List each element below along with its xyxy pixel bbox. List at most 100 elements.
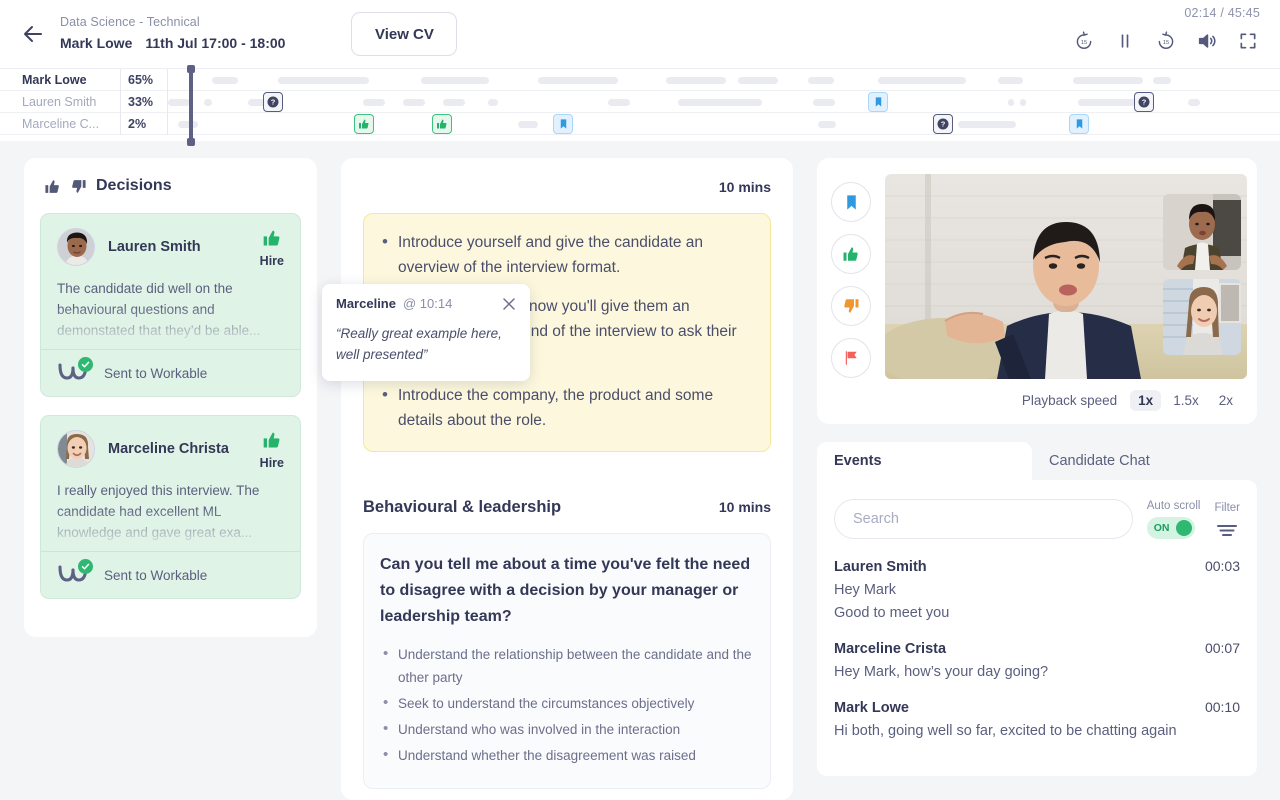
- playback-speed-options: 1x 1.5x 2x: [1130, 390, 1241, 411]
- thumbs-up-button[interactable]: [831, 234, 871, 274]
- speech-segment: [538, 76, 618, 84]
- playback-speed-option[interactable]: 2x: [1211, 390, 1241, 411]
- timeline-track[interactable]: [168, 69, 1280, 91]
- participant-pip-1[interactable]: [1163, 194, 1241, 270]
- thumbs-down-button[interactable]: [831, 286, 871, 326]
- question-mark-icon: ?: [267, 96, 279, 107]
- decision-verdict-label: Hire: [259, 456, 284, 470]
- decision-card[interactable]: Lauren Smith Hire The candidate did well…: [40, 213, 301, 397]
- forward-15-button[interactable]: 15: [1154, 29, 1178, 53]
- speaker-timeline[interactable]: Mark Lowe 65% Lauren Smith 33%?? Marceline C…: [0, 65, 1280, 146]
- guide-bullet: Introduce yourself and give the candidat…: [378, 229, 752, 280]
- timeline-thumbsup-marker[interactable]: [354, 113, 374, 134]
- speech-segment: [488, 98, 498, 106]
- speech-segment: [608, 98, 630, 106]
- timeline-question-marker[interactable]: ?: [933, 113, 953, 134]
- timeline-bookmark-marker[interactable]: [868, 91, 888, 112]
- question-mark-icon: ?: [937, 118, 949, 129]
- timeline-question-marker[interactable]: ?: [1134, 91, 1154, 112]
- playback-speed-option[interactable]: 1.5x: [1165, 390, 1207, 411]
- speech-segment: [678, 98, 762, 106]
- bookmark-icon: [875, 96, 881, 107]
- bookmark-button[interactable]: [831, 182, 871, 222]
- timeline-thumbsup-marker[interactable]: [432, 113, 452, 134]
- comment-popup-header: Marceline @ 10:14: [336, 296, 516, 311]
- view-cv-button[interactable]: View CV: [351, 12, 458, 56]
- decision-verdict: Hire: [260, 228, 284, 268]
- behavioural-section-title: Behavioural & leadership: [363, 498, 562, 516]
- auto-scroll-toggle[interactable]: ON: [1146, 516, 1195, 539]
- timeline-bookmark-marker[interactable]: [1069, 113, 1089, 134]
- event-speaker: Marceline Crista: [834, 641, 947, 657]
- thumbs-down-icon: [72, 179, 86, 193]
- flag-button[interactable]: [831, 338, 871, 378]
- participant-pip-2[interactable]: [1163, 279, 1241, 355]
- timeline-bookmark-marker[interactable]: [553, 113, 573, 134]
- speech-segment: [958, 120, 1016, 128]
- transport-controls: 15 15: [1072, 29, 1260, 53]
- speech-segment: [403, 98, 425, 106]
- video-card: Playback speed 1x 1.5x 2x: [817, 158, 1257, 424]
- tab-candidate-chat[interactable]: Candidate Chat: [1032, 442, 1247, 480]
- close-icon: [503, 297, 515, 310]
- decisions-title: Decisions: [96, 177, 172, 194]
- close-button[interactable]: [502, 297, 516, 311]
- speech-segment: [1073, 76, 1143, 84]
- event-item[interactable]: Lauren Smith 00:03 Hey Mark Good to meet …: [834, 558, 1240, 621]
- toggle-knob: [1175, 519, 1192, 536]
- decision-card[interactable]: Marceline Christa Hire I really enjoyed …: [40, 415, 301, 599]
- decision-status-label: Sent to Workable: [104, 567, 208, 583]
- back-button[interactable]: [12, 13, 54, 55]
- fullscreen-button[interactable]: [1236, 29, 1260, 53]
- decisions-column: Decisions Lauren Smith Hire The candidat…: [24, 158, 317, 637]
- event-message: Hi both, going well so far, excited to b…: [834, 723, 1177, 739]
- timeline-track[interactable]: ?: [168, 113, 1280, 135]
- timeline-track[interactable]: ??: [168, 91, 1280, 113]
- intro-section-mins: 10 mins: [718, 179, 771, 195]
- behavioural-bullet-list: Understand the relationship between the …: [380, 642, 752, 767]
- speech-segment: [808, 76, 834, 84]
- avatar: [57, 430, 95, 468]
- timeline-speaker-name: Mark Lowe: [22, 72, 87, 87]
- main-video[interactable]: [885, 174, 1247, 379]
- event-header: Marceline Crista 00:07: [834, 640, 1240, 657]
- guide-bullet: Understand whether the disagreement was …: [380, 743, 752, 767]
- player-controls: 02:14 / 45:45 15 15: [1072, 6, 1260, 53]
- event-header: Lauren Smith 00:03: [834, 558, 1240, 575]
- avatar-image: [58, 431, 94, 467]
- decision-person: Marceline Christa: [57, 430, 284, 468]
- filter-icon: [1217, 524, 1238, 536]
- speech-segment: [323, 76, 369, 84]
- playback-speed-option[interactable]: 1x: [1130, 390, 1162, 411]
- event-item[interactable]: Marceline Crista 00:07 Hey Mark, how’s y…: [834, 640, 1240, 680]
- decision-verdict: Hire: [260, 430, 284, 470]
- timeline-speaker-percent: 65%: [120, 68, 168, 91]
- timeline-playhead[interactable]: [187, 65, 195, 146]
- comment-popup[interactable]: Marceline @ 10:14 “Really great example …: [322, 284, 530, 381]
- filter-button[interactable]: [1214, 523, 1240, 537]
- event-speaker: Lauren Smith: [834, 559, 927, 575]
- search-input[interactable]: [834, 499, 1133, 539]
- speech-segment: [204, 98, 212, 106]
- decision-body: Lauren Smith Hire The candidate did well…: [41, 214, 300, 349]
- fullscreen-icon: [1240, 33, 1256, 49]
- pause-button[interactable]: [1113, 29, 1137, 53]
- rewind-15-button[interactable]: 15: [1072, 29, 1096, 53]
- timeline-question-marker[interactable]: ?: [263, 91, 283, 112]
- event-message: Good to meet you: [834, 605, 950, 621]
- workable-badge: [57, 559, 93, 587]
- behavioural-question-box: Can you tell me about a time you've felt…: [363, 533, 771, 789]
- decision-body: Marceline Christa Hire I really enjoyed …: [41, 416, 300, 551]
- decisions-header: Decisions: [44, 177, 301, 195]
- pip-video-2: [1163, 279, 1241, 355]
- timeline-speaker-name: Marceline C...: [22, 116, 100, 131]
- tab-events[interactable]: Events: [817, 442, 1032, 480]
- decision-reviewer-name: Lauren Smith: [108, 239, 201, 255]
- event-time: 00:07: [1204, 640, 1240, 656]
- volume-button[interactable]: [1195, 29, 1219, 53]
- filter-label: Filter: [1214, 501, 1240, 514]
- event-item[interactable]: Mark Lowe 00:10 Hi both, going well so f…: [834, 699, 1240, 739]
- speech-segment: [1008, 98, 1014, 106]
- behavioural-section-mins: 10 mins: [718, 499, 771, 515]
- event-time: 00:10: [1204, 699, 1240, 715]
